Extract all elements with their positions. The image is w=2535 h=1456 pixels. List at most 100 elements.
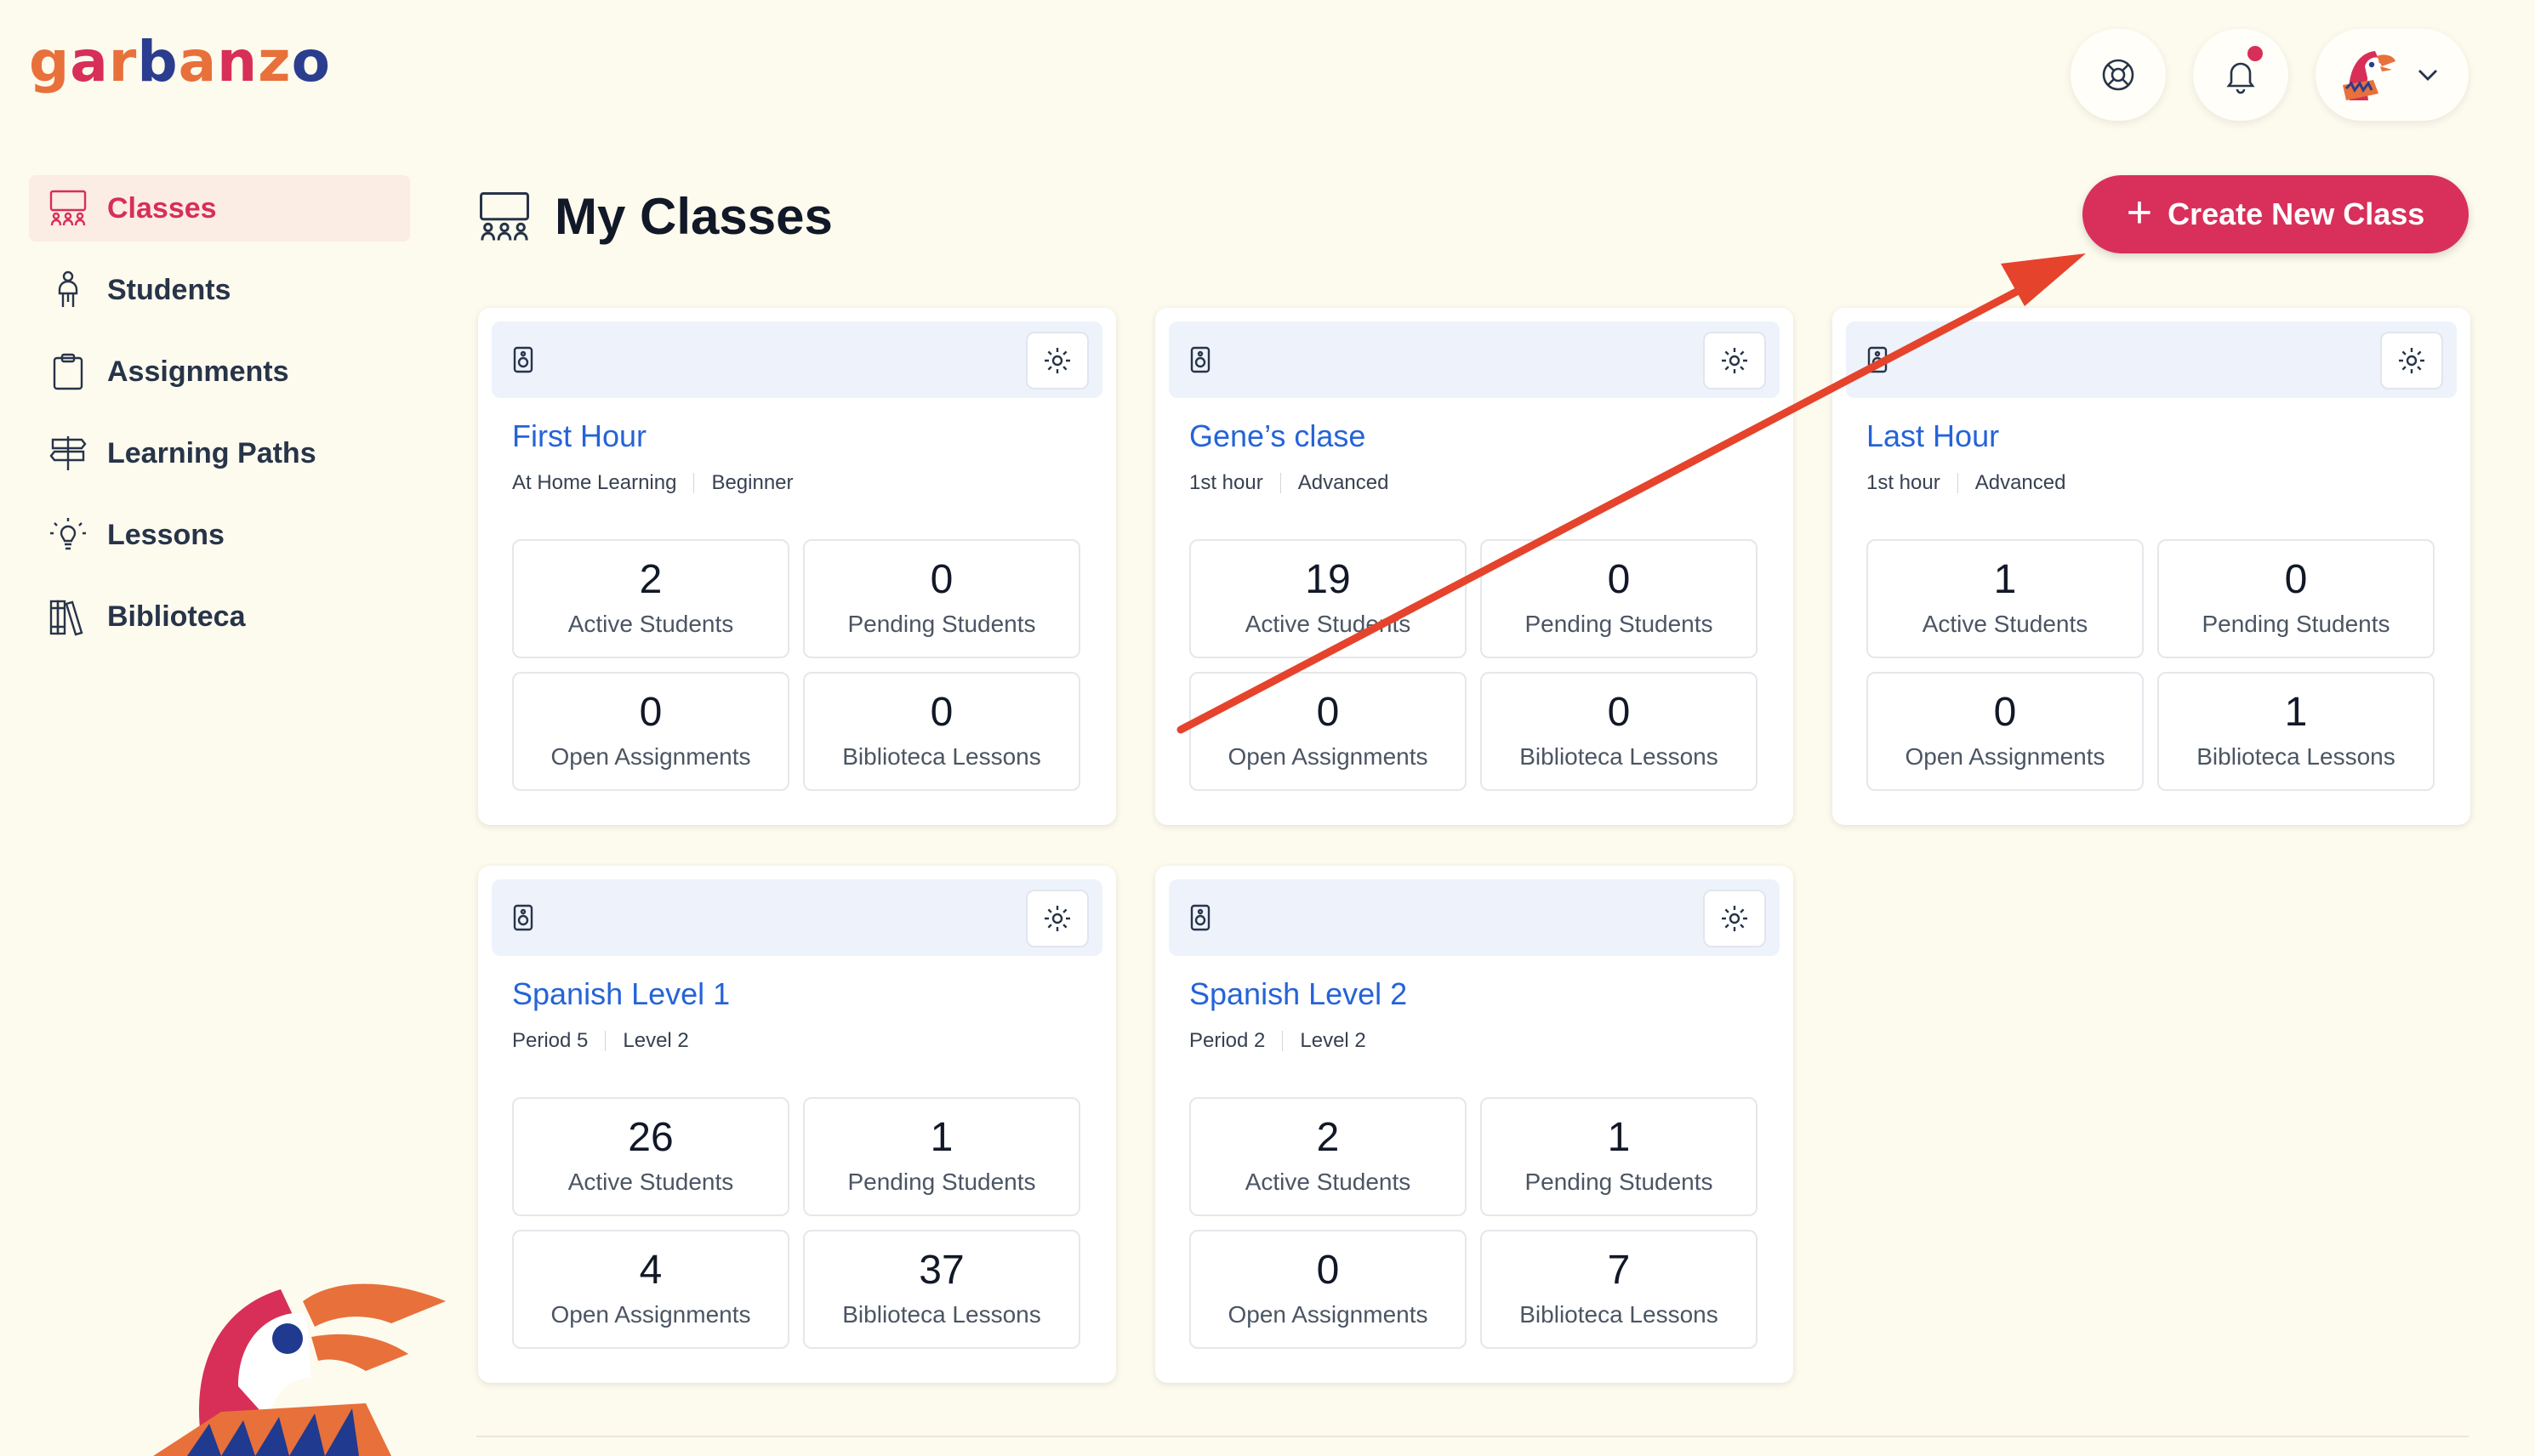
create-new-class-button[interactable]: + Create New Class xyxy=(2082,175,2469,253)
stat-pending-students[interactable]: 0 Pending Students xyxy=(2157,539,2435,658)
sidebar-item-students[interactable]: Students xyxy=(29,257,410,323)
help-button[interactable] xyxy=(2071,29,2166,121)
stat-open-assignments[interactable]: 4 Open Assignments xyxy=(512,1230,789,1349)
class-level: Level 2 xyxy=(623,1029,689,1052)
class-name-link[interactable]: Last Hour xyxy=(1866,418,1999,454)
stat-active-students[interactable]: 19 Active Students xyxy=(1189,539,1467,658)
clipboard-icon xyxy=(53,353,83,390)
stat-label: Pending Students xyxy=(1524,1169,1713,1195)
meta-divider xyxy=(693,473,695,493)
stat-value: 0 xyxy=(1607,690,1631,735)
speaker-icon xyxy=(1867,346,1888,373)
stat-pending-students[interactable]: 0 Pending Students xyxy=(803,539,1080,658)
stat-pending-students[interactable]: 1 Pending Students xyxy=(1480,1097,1757,1216)
stat-biblioteca-lessons[interactable]: 1 Biblioteca Lessons xyxy=(2157,672,2435,791)
stat-active-students[interactable]: 2 Active Students xyxy=(512,539,789,658)
class-level: Advanced xyxy=(1974,471,2066,494)
gear-icon xyxy=(2399,348,2424,373)
stat-label: Pending Students xyxy=(2202,611,2390,637)
stat-open-assignments[interactable]: 0 Open Assignments xyxy=(1866,672,2144,791)
class-settings-button[interactable] xyxy=(1703,332,1766,390)
class-settings-button[interactable] xyxy=(2380,332,2443,390)
stat-active-students[interactable]: 1 Active Students xyxy=(1866,539,2144,658)
stat-label: Open Assignments xyxy=(1228,1301,1428,1328)
sidebar-item-label: Learning Paths xyxy=(107,436,316,469)
stat-value: 37 xyxy=(919,1248,965,1293)
logo-letter: z xyxy=(258,29,292,94)
stat-pending-students[interactable]: 1 Pending Students xyxy=(803,1097,1080,1216)
signpost-icon xyxy=(49,436,87,470)
stat-open-assignments[interactable]: 0 Open Assignments xyxy=(1189,1230,1467,1349)
logo-letter: g xyxy=(29,29,71,94)
stat-value: 0 xyxy=(930,690,954,735)
stat-label: Active Students xyxy=(1922,611,2088,637)
logo-letter: a xyxy=(178,29,218,94)
sidebar-item-classes[interactable]: Classes xyxy=(29,175,410,242)
logo-letter: b xyxy=(137,29,179,94)
sidebar-item-assignments[interactable]: Assignments xyxy=(29,338,410,405)
stat-active-students[interactable]: 2 Active Students xyxy=(1189,1097,1467,1216)
chevron-down-icon xyxy=(2418,70,2437,81)
class-meta: 1st hour Advanced xyxy=(1866,471,2065,495)
stat-biblioteca-lessons[interactable]: 0 Biblioteca Lessons xyxy=(1480,672,1757,791)
classroom-icon xyxy=(49,190,87,226)
class-name-link[interactable]: Spanish Level 2 xyxy=(1189,976,1407,1012)
stat-open-assignments[interactable]: 0 Open Assignments xyxy=(1189,672,1467,791)
notifications-button[interactable] xyxy=(2193,29,2288,121)
stat-label: Biblioteca Lessons xyxy=(1519,1301,1718,1328)
stat-value: 1 xyxy=(1993,557,2017,602)
class-meta: 1st hour Advanced xyxy=(1189,471,1388,495)
class-card[interactable]: First Hour At Home Learning Beginner 2 Act… xyxy=(478,308,1116,825)
stat-biblioteca-lessons[interactable]: 7 Biblioteca Lessons xyxy=(1480,1230,1757,1349)
class-period: 1st hour xyxy=(1866,471,1940,494)
sidebar-item-learning-paths[interactable]: Learning Paths xyxy=(29,420,410,486)
class-name-link[interactable]: Gene’s clase xyxy=(1189,418,1365,454)
stat-value: 19 xyxy=(1305,557,1351,602)
sidebar-item-biblioteca[interactable]: Biblioteca xyxy=(29,583,410,650)
class-name-link[interactable]: First Hour xyxy=(512,418,647,454)
stat-label: Open Assignments xyxy=(1905,743,2105,770)
stat-label: Active Students xyxy=(1245,611,1411,637)
stat-label: Biblioteca Lessons xyxy=(842,743,1041,770)
stat-value: 4 xyxy=(639,1248,663,1293)
class-card[interactable]: Last Hour 1st hour Advanced 1 Active Stude… xyxy=(1832,308,2470,825)
speaker-icon xyxy=(513,346,533,373)
stat-open-assignments[interactable]: 0 Open Assignments xyxy=(512,672,789,791)
parrot-mascot-illustration xyxy=(153,1283,446,1456)
class-meta: At Home Learning Beginner xyxy=(512,471,794,495)
class-settings-button[interactable] xyxy=(1026,332,1089,390)
lifebuoy-icon xyxy=(2102,59,2134,91)
class-settings-button[interactable] xyxy=(1703,890,1766,947)
stat-biblioteca-lessons[interactable]: 37 Biblioteca Lessons xyxy=(803,1230,1080,1349)
stat-label: Open Assignments xyxy=(550,743,751,770)
gear-icon xyxy=(1045,348,1070,373)
lightbulb-icon xyxy=(50,518,86,550)
profile-menu-button[interactable] xyxy=(2316,29,2469,121)
class-period: Period 5 xyxy=(512,1029,589,1052)
books-icon xyxy=(49,600,83,636)
stat-value: 7 xyxy=(1607,1248,1631,1293)
logo-letter: o xyxy=(291,29,331,94)
stat-active-students[interactable]: 26 Active Students xyxy=(512,1097,789,1216)
stat-value: 0 xyxy=(1316,690,1340,735)
garbanzo-logo[interactable]: garbanzo xyxy=(29,34,331,90)
stat-label: Biblioteca Lessons xyxy=(842,1301,1041,1328)
logo-letter: a xyxy=(70,29,109,94)
class-card[interactable]: Gene’s clase 1st hour Advanced 19 Active S… xyxy=(1155,308,1793,825)
sidebar-item-lessons[interactable]: Lessons xyxy=(29,502,410,568)
speaker-icon xyxy=(1190,904,1211,931)
class-card[interactable]: Spanish Level 1 Period 5 Level 2 26 Active… xyxy=(478,866,1116,1383)
class-period: At Home Learning xyxy=(512,471,677,494)
stat-label: Open Assignments xyxy=(1228,743,1428,770)
stat-biblioteca-lessons[interactable]: 0 Biblioteca Lessons xyxy=(803,672,1080,791)
stat-value: 0 xyxy=(930,557,954,602)
class-card-header xyxy=(1169,879,1780,956)
meta-divider xyxy=(605,1031,607,1051)
create-new-class-label: Create New Class xyxy=(2168,196,2425,231)
class-name-link[interactable]: Spanish Level 1 xyxy=(512,976,730,1012)
gear-icon xyxy=(1045,906,1070,931)
stat-pending-students[interactable]: 0 Pending Students xyxy=(1480,539,1757,658)
class-card[interactable]: Spanish Level 2 Period 2 Level 2 2 Active … xyxy=(1155,866,1793,1383)
class-settings-button[interactable] xyxy=(1026,890,1089,947)
class-level: Beginner xyxy=(711,471,794,494)
